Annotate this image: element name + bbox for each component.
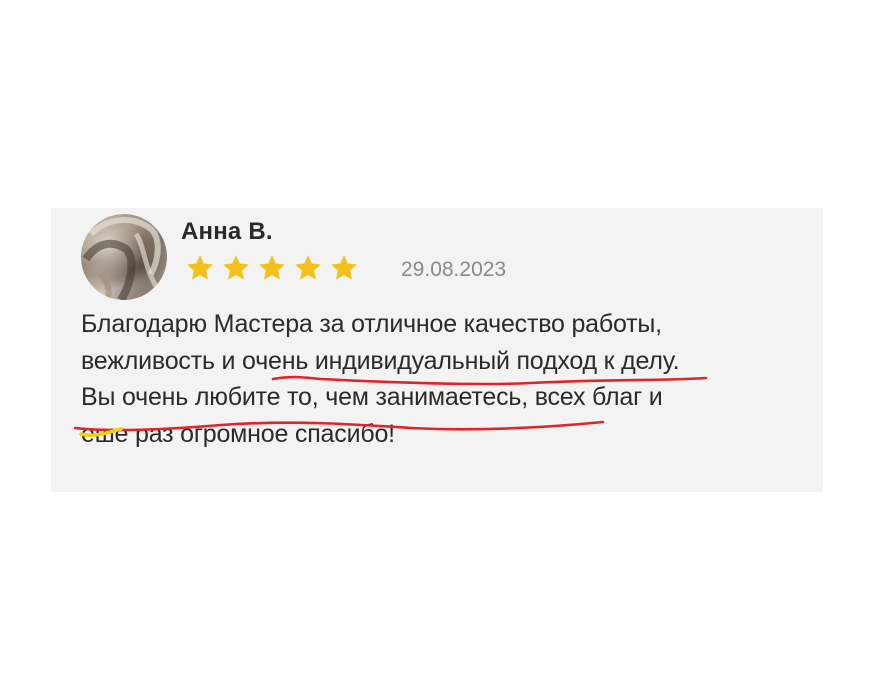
star-icon — [187, 255, 213, 280]
star-icon — [295, 255, 321, 280]
avatar[interactable] — [81, 214, 167, 300]
review-line: Вы очень любите то, чем занимаетесь, все… — [81, 383, 663, 411]
star-icon — [331, 255, 357, 280]
review-line: Благодарю Мастера за отличное качество р… — [81, 310, 662, 338]
rating-stars — [185, 253, 359, 283]
review-line: еше раз огромное спасибо! — [81, 419, 395, 448]
review-card: Анна В. 29.08.2023 Благодарю Мастера за … — [51, 208, 823, 492]
author-name: Анна В. — [181, 218, 273, 245]
review-text: Благодарю Мастера за отличное качество р… — [81, 306, 821, 452]
star-icon — [223, 255, 249, 280]
review-line: вежливость и очень индивидуальный подход… — [81, 346, 680, 375]
review-date: 29.08.2023 — [401, 258, 507, 281]
star-icon — [259, 255, 285, 280]
avatar-photo — [82, 216, 164, 300]
